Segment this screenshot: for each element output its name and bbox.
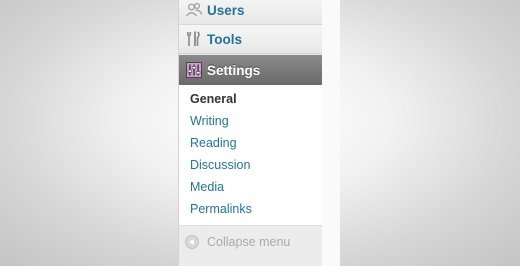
settings-submenu: General Writing Reading Discussion Media… (179, 85, 323, 226)
menu-item-tools[interactable]: Tools (179, 25, 323, 54)
page-background: Users Tools Settings General Writing Rea… (0, 0, 520, 266)
settings-icon (185, 61, 203, 79)
submenu-item-discussion[interactable]: Discussion (190, 158, 250, 172)
users-icon (185, 1, 203, 19)
submenu-item-permalinks[interactable]: Permalinks (190, 202, 252, 216)
content-edge (322, 0, 340, 266)
menu-item-settings[interactable]: Settings (179, 55, 332, 85)
submenu-item-reading[interactable]: Reading (190, 136, 237, 150)
submenu-item-writing[interactable]: Writing (190, 114, 229, 128)
menu-item-settings-label: Settings (207, 62, 261, 78)
submenu-item-general[interactable]: General (190, 92, 237, 106)
submenu-item-media[interactable]: Media (190, 180, 224, 194)
collapse-menu-label: Collapse menu (207, 235, 291, 249)
menu-item-tools-label: Tools (207, 31, 242, 47)
collapse-menu-button[interactable]: Collapse menu (179, 232, 323, 254)
collapse-arrow-icon (185, 235, 199, 249)
tools-icon (185, 30, 203, 48)
menu-item-users-label: Users (207, 2, 245, 18)
menu-item-users[interactable]: Users (179, 0, 323, 25)
admin-sidebar-menu: Users Tools Settings General Writing Rea… (178, 0, 332, 266)
